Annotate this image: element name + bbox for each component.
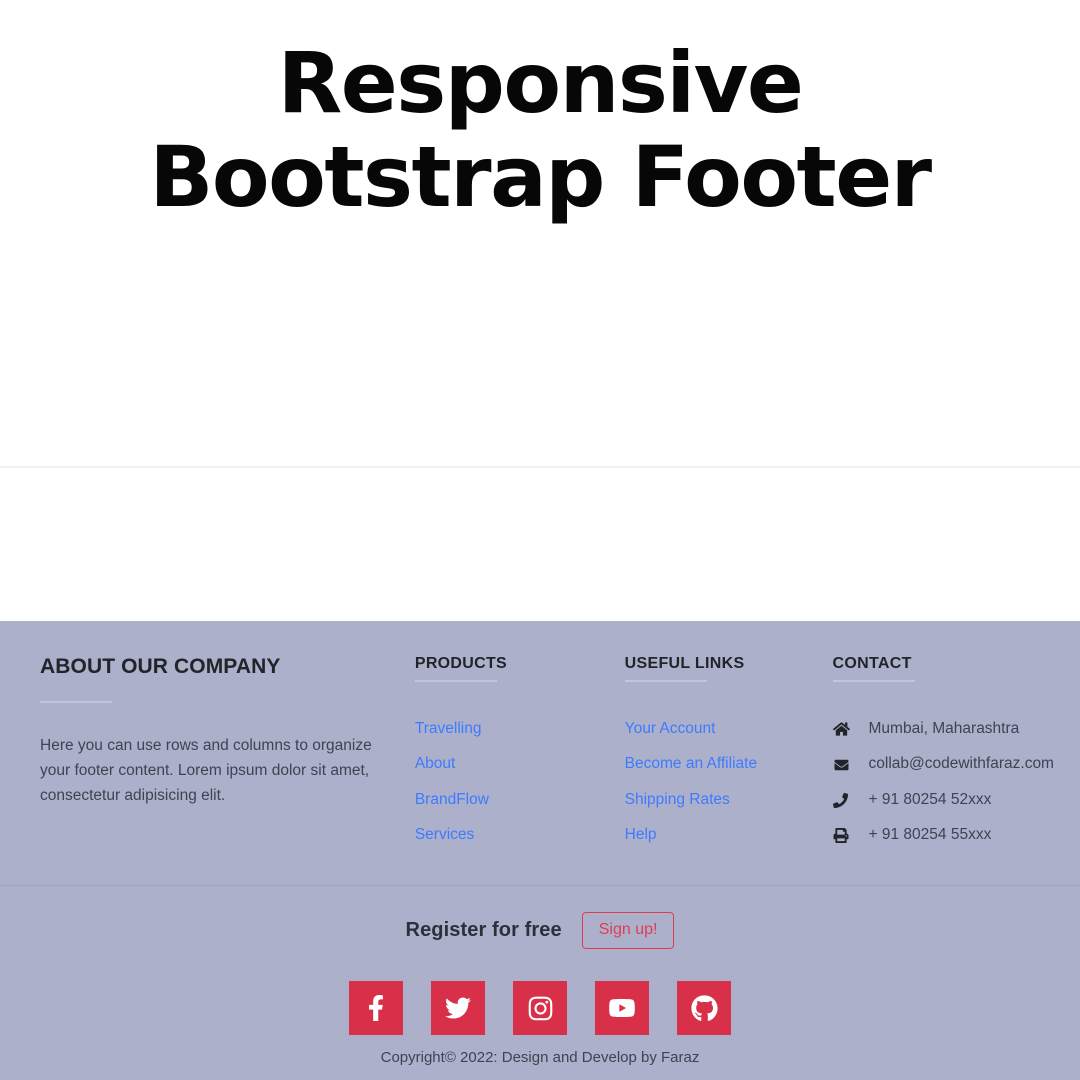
list-item: Travelling <box>415 720 625 739</box>
social-links-row <box>0 975 1080 1049</box>
envelope-icon <box>833 758 859 772</box>
footer-column-products: PRODUCTS Travelling About BrandFlow Serv… <box>414 654 625 845</box>
products-link-list: Travelling About BrandFlow Services <box>415 720 625 845</box>
contact-item-address: Mumbai, Maharashtra <box>832 719 1060 739</box>
hero-section: Responsive Bootstrap Footer <box>0 0 1080 466</box>
contact-phone-label: + 91 80254 52xxx <box>868 790 992 808</box>
register-row: Register for free Sign up! <box>0 885 1080 975</box>
social-link-youtube[interactable] <box>595 981 649 1035</box>
about-text: Here you can use rows and columns to org… <box>40 736 372 804</box>
register-label: Register for free <box>405 919 562 941</box>
footer-columns: ABOUT OUR COMPANY Here you can use rows … <box>0 621 1080 885</box>
social-link-facebook[interactable] <box>349 981 403 1035</box>
phone-icon <box>832 792 859 808</box>
github-icon <box>690 994 718 1022</box>
social-link-instagram[interactable] <box>513 981 567 1035</box>
contact-address-label: Mumbai, Maharashtra <box>868 719 1020 737</box>
footer-link-brandflow[interactable]: BrandFlow <box>415 791 489 808</box>
twitter-icon <box>444 995 472 1021</box>
contact-item-fax: + 91 80254 55xxx <box>833 826 1060 845</box>
site-footer: ABOUT OUR COMPANY Here you can use rows … <box>0 620 1080 1080</box>
contact-item-email: collab@codewithfaraz.com <box>833 755 1060 774</box>
contact-list: Mumbai, Maharashtra collab@codewithfaraz… <box>832 719 1060 845</box>
social-link-github[interactable] <box>677 981 731 1035</box>
about-heading: ABOUT OUR COMPANY <box>40 654 281 678</box>
footer-column-about: ABOUT OUR COMPANY Here you can use rows … <box>20 655 415 808</box>
footer-link-become-an-affiliate[interactable]: Become an Affiliate <box>625 755 757 772</box>
list-item: Shipping Rates <box>625 791 833 810</box>
footer-link-services[interactable]: Services <box>415 826 474 843</box>
contact-fax-label: + 91 80254 55xxx <box>868 826 992 844</box>
hero-spacer <box>0 468 1080 621</box>
social-link-twitter[interactable] <box>431 981 485 1035</box>
list-item: Your Account <box>625 720 833 739</box>
instagram-icon <box>527 995 554 1022</box>
useful-links-heading-underline <box>624 679 707 682</box>
facebook-icon <box>363 995 389 1021</box>
footer-link-help[interactable]: Help <box>625 826 657 843</box>
list-item: About <box>415 755 625 774</box>
contact-item-phone: + 91 80254 52xxx <box>832 790 1060 810</box>
home-icon <box>832 721 859 737</box>
list-item: BrandFlow <box>415 791 625 810</box>
contact-email-label: collab@codewithfaraz.com <box>868 755 1054 773</box>
footer-column-useful-links: USEFUL LINKS Your Account Become an Affi… <box>624 654 833 845</box>
list-item: Help <box>625 826 833 845</box>
youtube-icon <box>607 996 637 1020</box>
footer-column-contact: CONTACT Mumbai, Maharashtra collab@codew… <box>832 654 1060 845</box>
products-heading-underline <box>414 679 497 682</box>
page-title: Responsive Bootstrap Footer <box>149 34 932 227</box>
copyright-text: Copyright© 2022: Design and Develop by F… <box>380 1049 700 1066</box>
footer-link-shipping-rates[interactable]: Shipping Rates <box>625 791 730 808</box>
list-item: Services <box>415 826 625 845</box>
contact-heading: CONTACT <box>832 654 912 672</box>
useful-links-list: Your Account Become an Affiliate Shippin… <box>625 720 833 845</box>
footer-link-about[interactable]: About <box>415 755 456 772</box>
print-icon <box>833 828 859 844</box>
page-root: Responsive Bootstrap Footer ABOUT OUR CO… <box>0 0 1080 1080</box>
list-item: Become an Affiliate <box>625 755 833 774</box>
useful-links-heading: USEFUL LINKS <box>624 654 745 672</box>
footer-link-travelling[interactable]: Travelling <box>415 720 482 737</box>
products-heading: PRODUCTS <box>414 654 508 672</box>
signup-button[interactable]: Sign up! <box>581 912 675 949</box>
about-heading-underline <box>40 700 112 703</box>
footer-link-your-account[interactable]: Your Account <box>625 720 716 737</box>
contact-heading-underline <box>832 679 915 682</box>
